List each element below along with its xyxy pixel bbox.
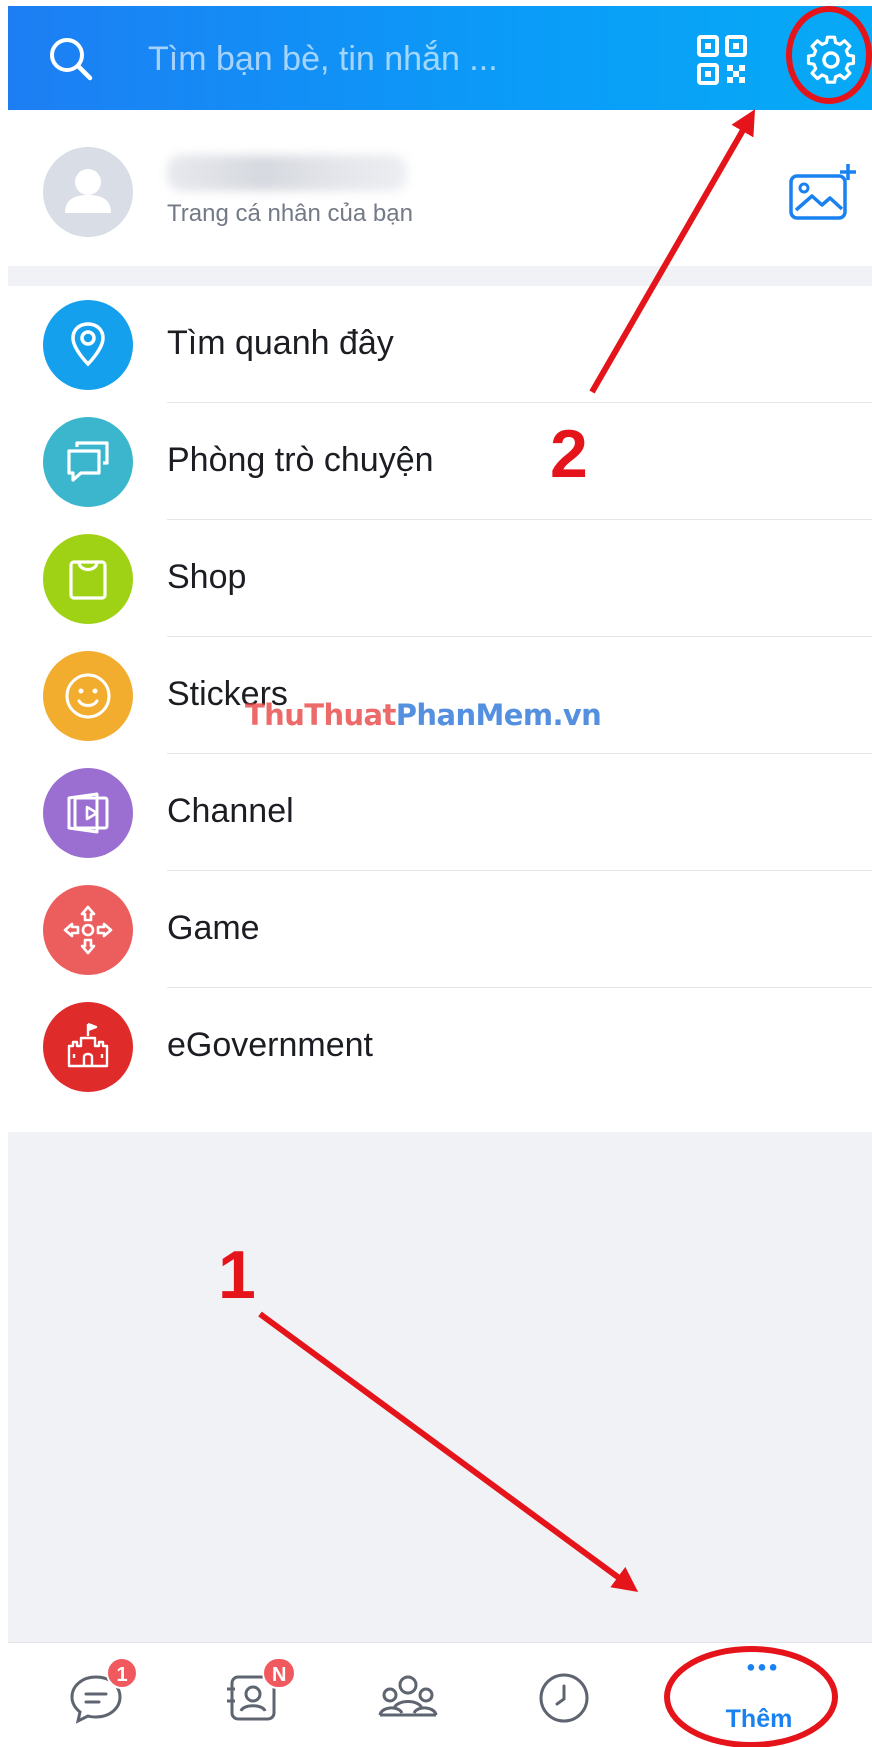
tab-contacts[interactable]: N — [174, 1643, 324, 1747]
tab-messages[interactable]: 1 — [18, 1643, 168, 1747]
government-building-icon — [43, 1002, 133, 1092]
menu-item-label: Tìm quanh đây — [167, 324, 394, 362]
clock-icon — [539, 1673, 589, 1723]
menu-item-stickers[interactable]: Stickers — [8, 637, 872, 754]
step-number-2: 2 — [550, 416, 588, 492]
profile-card[interactable]: Trang cá nhân của bạn — [8, 110, 872, 266]
menu-item-label: Channel — [167, 792, 294, 830]
more-dots-icon — [747, 1664, 777, 1671]
tab-groups[interactable] — [330, 1643, 480, 1747]
profile-name-blurred — [167, 155, 407, 191]
menu-item-label: Phòng trò chuyện — [167, 441, 434, 479]
location-pin-icon — [43, 300, 133, 390]
step-number-1: 1 — [218, 1237, 256, 1313]
tab-more[interactable]: Thêm — [684, 1643, 834, 1747]
profile-subtitle: Trang cá nhân của bạn — [167, 200, 413, 227]
menu-item-label: Game — [167, 909, 260, 947]
top-search-bar: Tìm bạn bè, tin nhắn ... — [8, 6, 872, 110]
shopping-bag-icon — [43, 534, 133, 624]
menu-item-chat-rooms[interactable]: Phòng trò chuyện — [8, 403, 872, 520]
add-photo-icon[interactable] — [788, 162, 858, 224]
gear-icon[interactable] — [803, 32, 859, 88]
menu-item-channel[interactable]: Channel — [8, 754, 872, 871]
bottom-tab-bar: 1 N Thêm — [8, 1642, 872, 1747]
watermark-part: PhanMem — [395, 698, 553, 732]
search-icon[interactable] — [46, 34, 96, 84]
menu-item-label: Shop — [167, 558, 247, 596]
menu-item-egovernment[interactable]: eGovernment — [8, 988, 872, 1105]
user-silhouette-icon — [65, 169, 111, 213]
watermark-part: .vn — [552, 698, 602, 732]
avatar[interactable] — [43, 147, 133, 237]
messages-unread-badge: 1 — [106, 1657, 138, 1689]
contacts-new-badge: N — [262, 1657, 297, 1689]
menu-item-nearby[interactable]: Tìm quanh đây — [8, 286, 872, 403]
menu-item-label: eGovernment — [167, 1026, 373, 1064]
app-screen: Tìm bạn bè, tin nhắn ... Trang cá nhân c… — [8, 6, 872, 1747]
menu-item-shop[interactable]: Shop — [8, 520, 872, 637]
tab-timeline[interactable] — [486, 1643, 636, 1747]
game-controller-icon — [43, 885, 133, 975]
tab-more-label: Thêm — [725, 1705, 793, 1733]
menu-item-game[interactable]: Game — [8, 871, 872, 988]
watermark: ThuThuatPhanMem.vn — [245, 698, 602, 732]
smiley-icon — [43, 651, 133, 741]
search-input[interactable]: Tìm bạn bè, tin nhắn ... — [148, 40, 498, 79]
group-icon — [378, 1675, 438, 1717]
qr-code-icon[interactable] — [696, 34, 748, 86]
watermark-part: ThuThuat — [245, 698, 396, 732]
chat-rooms-icon — [43, 417, 133, 507]
video-play-icon — [43, 768, 133, 858]
